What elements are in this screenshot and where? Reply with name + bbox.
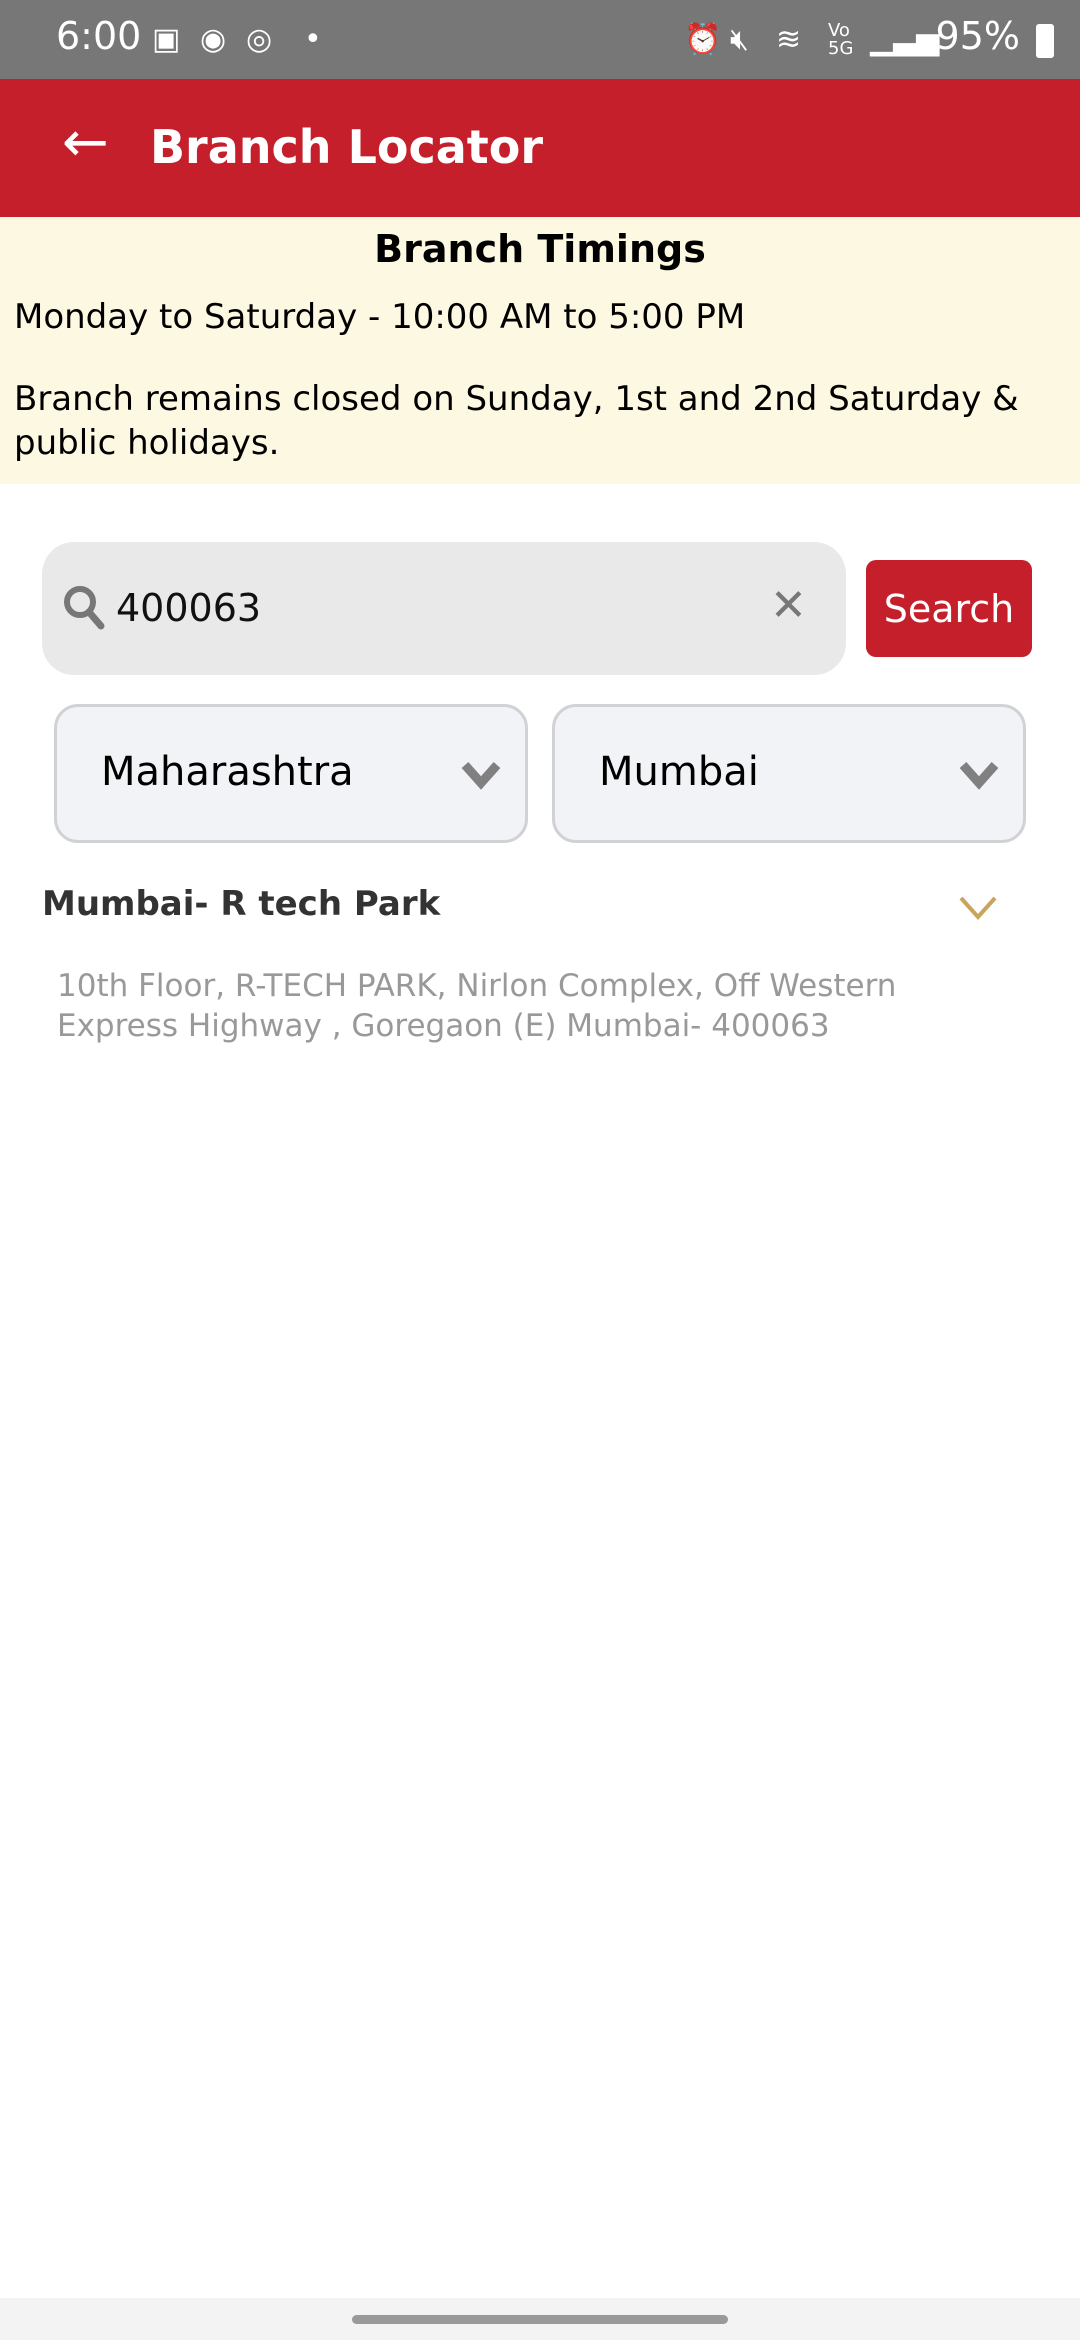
- status-bar: 6:00 ▣ ◉ ◎ • ⏰ 🔇︎ ≋ Vo 5G ▁▃▅ 95%: [0, 0, 1080, 79]
- state-dropdown[interactable]: Maharashtra: [54, 704, 528, 843]
- battery-icon: [1036, 24, 1054, 58]
- search-field[interactable]: ✕: [42, 542, 846, 675]
- page-title: Branch Locator: [150, 120, 544, 174]
- status-time: 6:00: [56, 14, 142, 58]
- app-bar: ← Branch Locator: [0, 79, 1080, 217]
- gallery-icon: ▣: [152, 22, 181, 57]
- phone-icon: ◉: [200, 22, 227, 57]
- clear-icon[interactable]: ✕: [770, 580, 807, 631]
- chevron-down-icon[interactable]: [958, 893, 998, 923]
- dot-icon: •: [304, 22, 322, 57]
- timings-closed: Branch remains closed on Sunday, 1st and…: [14, 379, 1019, 463]
- timings-hours: Monday to Saturday - 10:00 AM to 5:00 PM: [14, 297, 746, 337]
- chevron-down-icon: [959, 762, 999, 790]
- arrow-left-icon[interactable]: ←: [62, 113, 109, 173]
- wifi-icon: ≋: [776, 22, 802, 57]
- search-button[interactable]: Search: [866, 560, 1032, 657]
- branch-timings-banner: Branch Timings Monday to Saturday - 10:0…: [0, 217, 1080, 484]
- branch-name: Mumbai- R tech Park: [42, 884, 441, 924]
- volte-5g-icon: Vo 5G: [828, 20, 854, 59]
- whatsapp-icon: ◎: [246, 22, 273, 57]
- city-value: Mumbai: [599, 749, 759, 795]
- search-input[interactable]: [116, 572, 716, 644]
- timings-title: Branch Timings: [374, 227, 706, 271]
- branch-address: 10th Floor, R-TECH PARK, Nirlon Complex,…: [57, 968, 897, 1044]
- search-icon: [64, 586, 105, 630]
- chevron-down-icon: [461, 762, 501, 790]
- system-nav-bar: [0, 2298, 1080, 2340]
- alarm-icon: ⏰: [684, 22, 722, 57]
- city-dropdown[interactable]: Mumbai: [552, 704, 1026, 843]
- battery-percent: 95%: [935, 14, 1020, 58]
- home-handle[interactable]: [352, 2315, 728, 2324]
- mute-icon: 🔇︎: [730, 22, 749, 57]
- signal-icon: ▁▃▅: [870, 22, 940, 57]
- state-value: Maharashtra: [101, 749, 354, 795]
